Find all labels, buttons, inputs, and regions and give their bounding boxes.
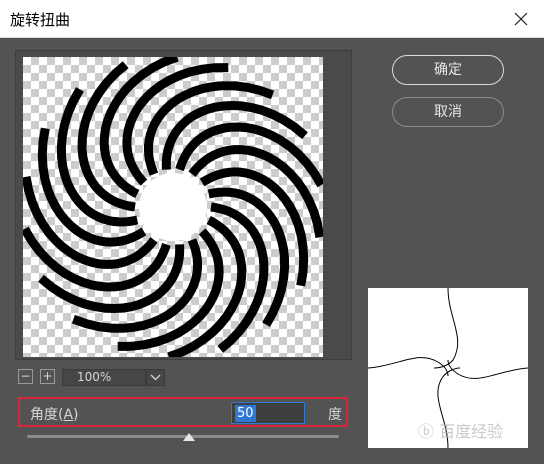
chevron-down-icon [150,374,161,381]
angle-label-text: 角度( [30,407,64,423]
angle-row: 角度(A) 50 度 [18,397,348,427]
angle-unit-label: 度 [328,407,342,423]
zoom-level-field[interactable]: 100% [62,369,146,386]
angle-mnemonic: A [63,407,74,423]
dialog-body: − + 100% 确定 取消 角度(A) 50 度 ⓑ 百度经验 [0,38,544,464]
window-title: 旋转扭曲 [10,11,71,29]
angle-label: 角度(A) [30,404,79,424]
swirl-preview-image [23,57,323,357]
angle-label-close: ) [73,407,79,423]
zoom-in-button[interactable]: + [40,369,55,384]
close-icon [514,12,528,26]
zoom-out-button[interactable]: − [18,369,33,384]
close-button[interactable] [498,0,544,38]
title-bar: 旋转扭曲 [0,0,544,38]
ok-button[interactable]: 确定 [392,55,504,85]
preview-canvas[interactable] [23,57,323,357]
watermark: ⓑ 百度经验 [418,422,504,441]
cancel-button[interactable]: 取消 [392,97,504,127]
swirl-center [139,173,207,241]
angle-value: 50 [235,405,256,422]
zoom-dropdown[interactable] [146,369,165,386]
angle-input[interactable]: 50 [231,402,305,424]
angle-slider-thumb[interactable] [183,433,196,441]
